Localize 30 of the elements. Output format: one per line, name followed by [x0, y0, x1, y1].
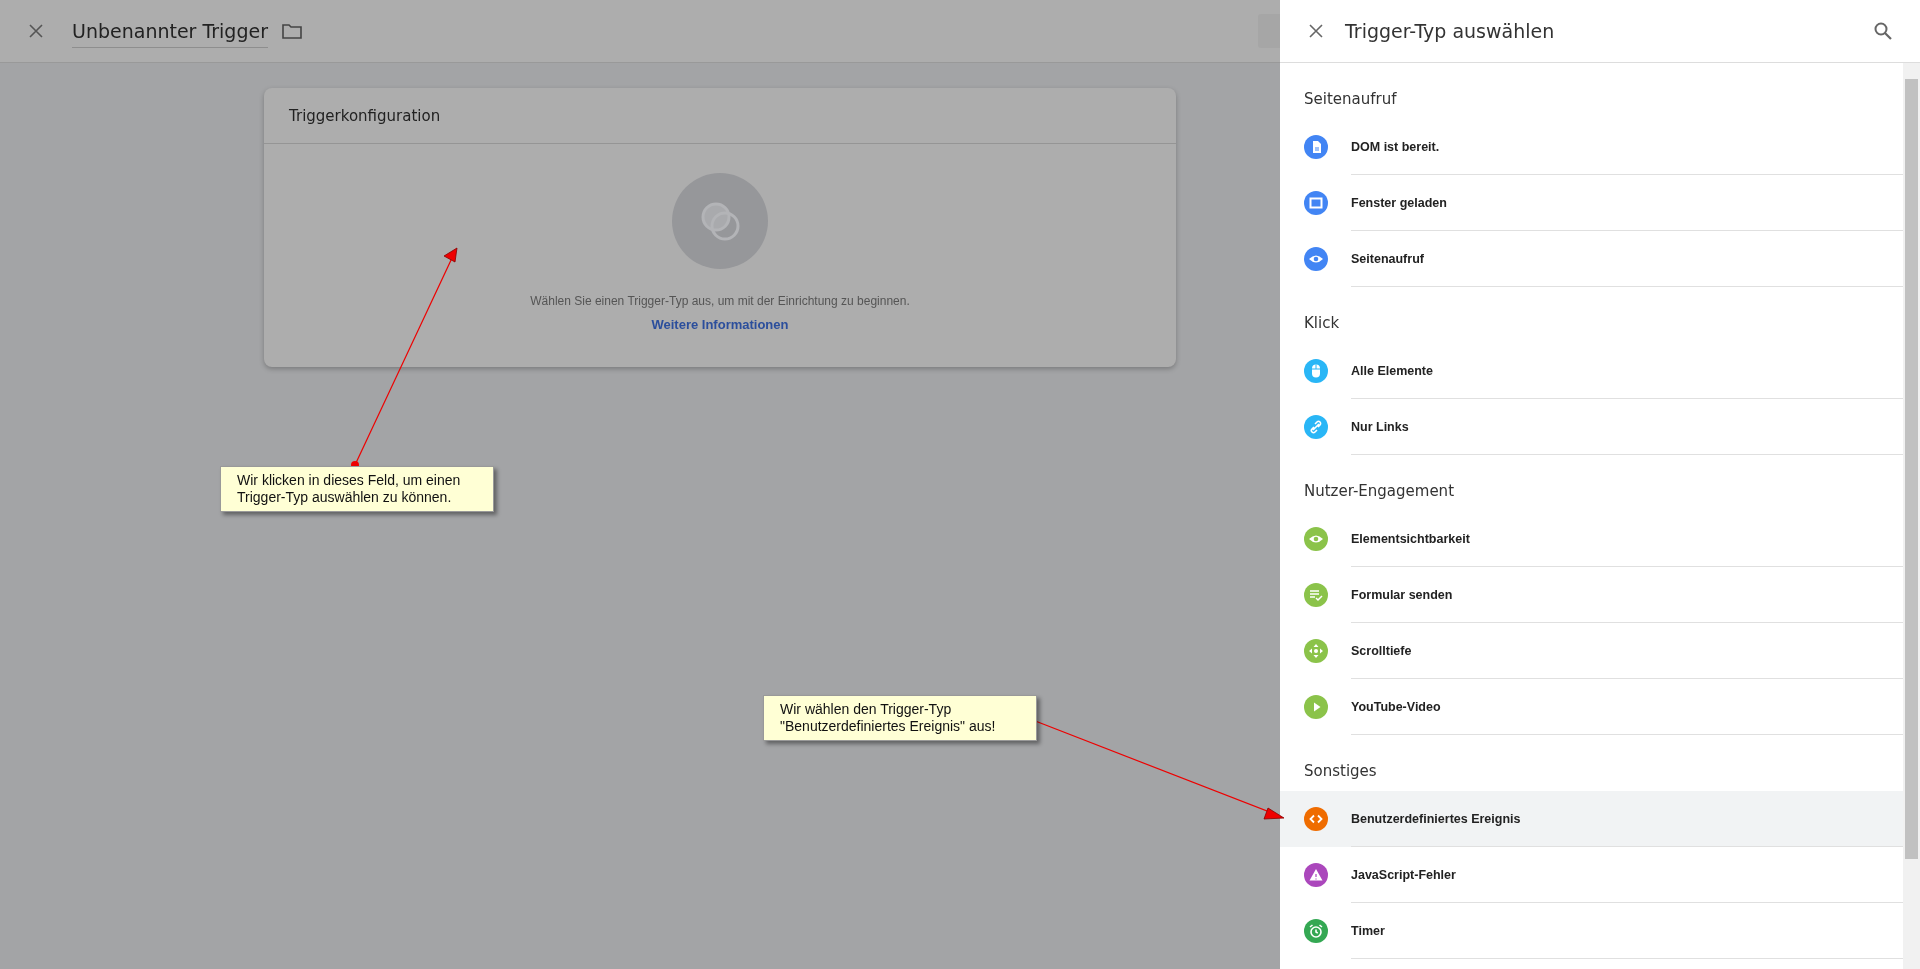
- callout-note: Wir wählen den Trigger-Typ "Benutzerdefiniertes Ereignis" aus!: [763, 695, 1037, 741]
- callout-note: Wir klicken in dieses Feld, um einen Trigger-Typ auswählen zu können.: [220, 466, 494, 512]
- hint-text: Wählen Sie einen Trigger-Typ aus, um mit der Einrichtung zu beginnen.: [530, 294, 910, 308]
- trigger-type-item[interactable]: Benutzerdefiniertes Ereignis: [1280, 791, 1903, 847]
- trigger-name-field[interactable]: Unbenannter Trigger: [72, 14, 268, 48]
- section-heading: Seitenaufruf: [1303, 89, 1398, 110]
- trigger-type-item[interactable]: Elementsichtbarkeit: [1280, 511, 1903, 567]
- trigger-type-item[interactable]: Seitenaufruf: [1280, 231, 1903, 287]
- trigger-type-item[interactable]: Scrolltiefe: [1280, 623, 1903, 679]
- trigger-icon: [672, 173, 768, 269]
- scrollbar[interactable]: [1903, 63, 1920, 969]
- folder-icon[interactable]: [282, 23, 302, 39]
- trigger-type-item[interactable]: JavaScript-Fehler: [1280, 847, 1903, 903]
- trigger-type-item[interactable]: Formular senden: [1280, 567, 1903, 623]
- trigger-type-item[interactable]: Timer: [1280, 903, 1903, 959]
- section-heading: Sonstiges: [1303, 761, 1378, 782]
- trigger-type-item[interactable]: Alle Elemente: [1280, 343, 1903, 399]
- section-heading: Klick: [1303, 313, 1341, 334]
- panel-title: Trigger-Typ auswählen: [1345, 20, 1556, 42]
- trigger-type-item[interactable]: YouTube-Video: [1280, 679, 1903, 735]
- close-icon[interactable]: [1309, 24, 1323, 38]
- card-title: Triggerkonfiguration: [289, 106, 441, 125]
- search-icon[interactable]: [1873, 21, 1893, 41]
- trigger-type-item[interactable]: Fenster geladen: [1280, 175, 1903, 231]
- learn-more-link[interactable]: Weitere Informationen: [651, 317, 789, 332]
- trigger-type-item[interactable]: Nur Links: [1280, 399, 1903, 455]
- trigger-config-area[interactable]: Wählen Sie einen Trigger-Typ aus, um mit der Einrichtung zu beginnen. Weitere Informationen: [264, 144, 1176, 367]
- section-heading: Nutzer-Engagement: [1303, 481, 1455, 502]
- close-icon[interactable]: [29, 24, 43, 38]
- trigger-type-item[interactable]: DOM ist bereit.: [1280, 119, 1903, 175]
